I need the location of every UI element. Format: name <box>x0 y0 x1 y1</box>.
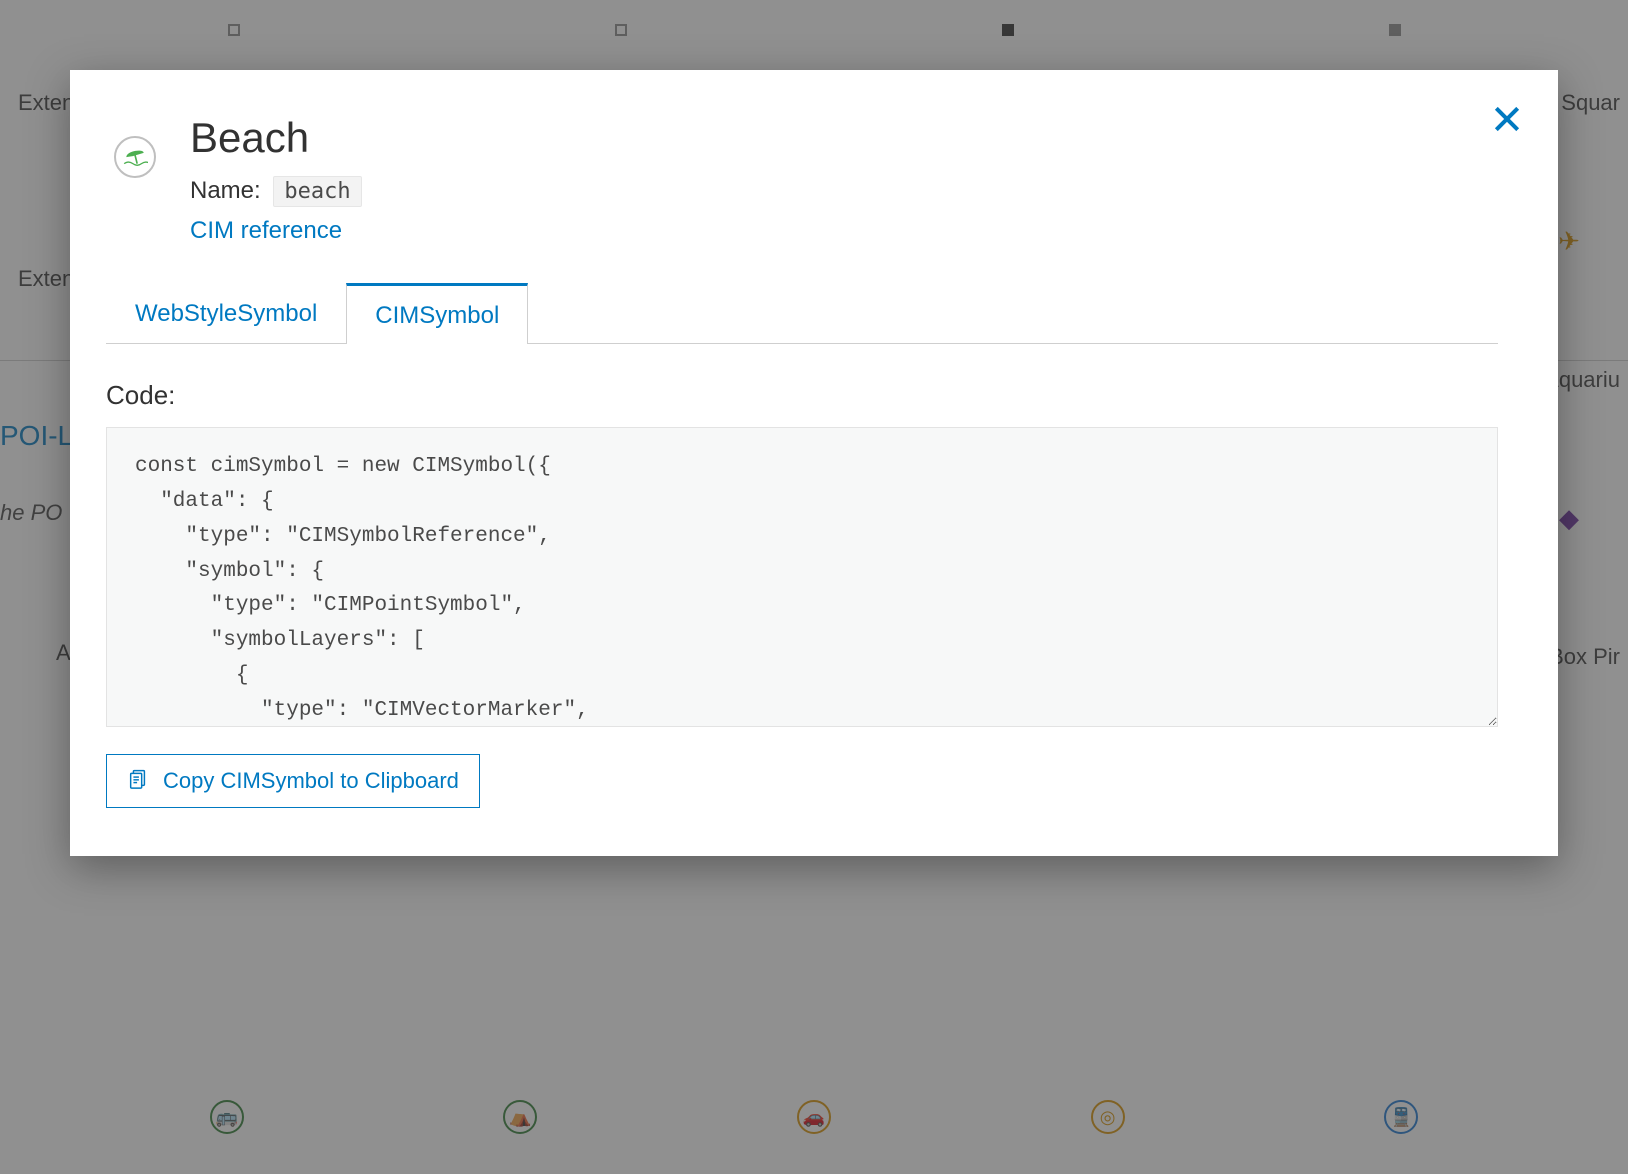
code-textarea[interactable] <box>106 427 1498 727</box>
modal-title: Beach <box>190 114 362 162</box>
clipboard-icon <box>127 767 149 795</box>
close-icon <box>1491 103 1523 140</box>
beach-umbrella-icon <box>122 142 148 173</box>
symbol-detail-modal: Beach Name: beach CIM reference WebStyle… <box>70 70 1558 856</box>
copy-button-label: Copy CIMSymbol to Clipboard <box>163 768 459 794</box>
code-label: Code: <box>106 380 1498 411</box>
symbol-swatch <box>114 136 156 178</box>
name-label: Name: <box>190 177 261 204</box>
modal-header: Beach Name: beach CIM reference <box>106 114 1498 245</box>
close-button[interactable] <box>1486 100 1528 142</box>
cim-reference-link[interactable]: CIM reference <box>190 217 342 244</box>
tab-cimsymbol[interactable]: CIMSymbol <box>346 283 528 344</box>
name-value: beach <box>273 176 361 207</box>
tab-webstylesymbol[interactable]: WebStyleSymbol <box>106 283 346 344</box>
name-row: Name: beach <box>190 176 362 207</box>
copy-cimsymbol-button[interactable]: Copy CIMSymbol to Clipboard <box>106 754 480 808</box>
modal-header-text: Beach Name: beach CIM reference <box>190 114 362 245</box>
tab-bar: WebStyleSymbol CIMSymbol <box>106 283 1498 344</box>
